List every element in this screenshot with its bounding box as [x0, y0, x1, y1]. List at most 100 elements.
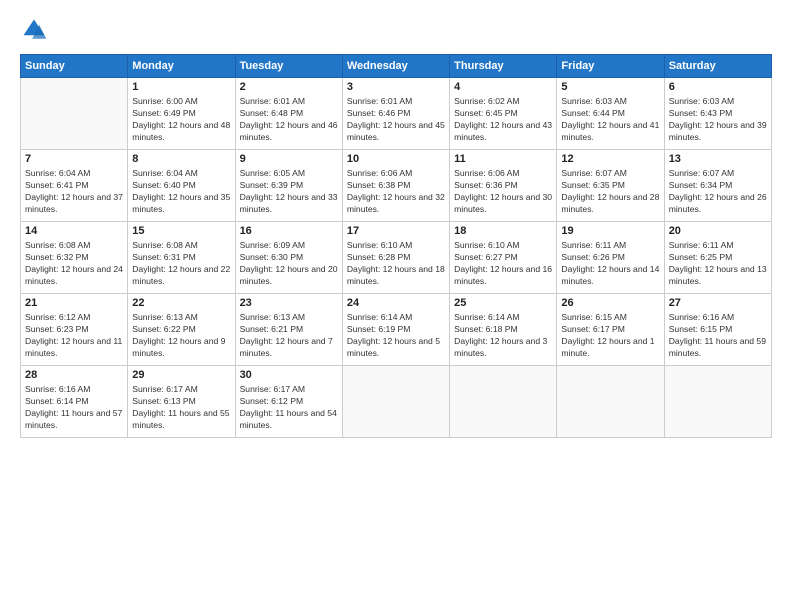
day-number: 12 [561, 153, 659, 165]
day-info: Sunrise: 6:06 AMSunset: 6:36 PMDaylight:… [454, 167, 552, 215]
day-number: 20 [669, 225, 767, 237]
page: SundayMondayTuesdayWednesdayThursdayFrid… [0, 0, 792, 612]
calendar-cell: 29 Sunrise: 6:17 AMSunset: 6:13 PMDayligh… [128, 366, 235, 438]
day-number: 4 [454, 81, 552, 93]
day-number: 2 [240, 81, 338, 93]
calendar-table: SundayMondayTuesdayWednesdayThursdayFrid… [20, 54, 772, 438]
day-info: Sunrise: 6:03 AMSunset: 6:44 PMDaylight:… [561, 95, 659, 143]
calendar-cell: 11 Sunrise: 6:06 AMSunset: 6:36 PMDayligh… [450, 150, 557, 222]
calendar-week-3: 14 Sunrise: 6:08 AMSunset: 6:32 PMDayligh… [21, 222, 772, 294]
day-info: Sunrise: 6:07 AMSunset: 6:35 PMDaylight:… [561, 167, 659, 215]
calendar-cell: 20 Sunrise: 6:11 AMSunset: 6:25 PMDayligh… [664, 222, 771, 294]
day-info: Sunrise: 6:16 AMSunset: 6:15 PMDaylight:… [669, 311, 767, 359]
calendar-cell: 22Sunrise: 6:13 AMSunset: 6:22 PMDayligh… [128, 294, 235, 366]
weekday-sunday: Sunday [21, 55, 128, 78]
day-info: Sunrise: 6:03 AMSunset: 6:43 PMDaylight:… [669, 95, 767, 143]
logo [20, 16, 52, 44]
day-info: Sunrise: 6:17 AMSunset: 6:13 PMDaylight:… [132, 383, 230, 431]
calendar-cell: 2 Sunrise: 6:01 AMSunset: 6:48 PMDaylight… [235, 78, 342, 150]
calendar-cell [342, 366, 449, 438]
calendar-cell: 9 Sunrise: 6:05 AMSunset: 6:39 PMDaylight… [235, 150, 342, 222]
day-info: Sunrise: 6:02 AMSunset: 6:45 PMDaylight:… [454, 95, 552, 143]
day-number: 21 [25, 297, 123, 309]
day-number: 30 [240, 369, 338, 381]
weekday-thursday: Thursday [450, 55, 557, 78]
day-number: 16 [240, 225, 338, 237]
calendar-cell: 26 Sunrise: 6:15 AMSunset: 6:17 PMDayligh… [557, 294, 664, 366]
day-number: 23 [240, 297, 338, 309]
day-info: Sunrise: 6:16 AMSunset: 6:14 PMDaylight:… [25, 383, 123, 431]
day-info: Sunrise: 6:08 AMSunset: 6:31 PMDaylight:… [132, 239, 230, 287]
day-info: Sunrise: 6:13 AMSunset: 6:22 PMDaylight:… [132, 311, 230, 359]
calendar-cell: 7 Sunrise: 6:04 AMSunset: 6:41 PMDaylight… [21, 150, 128, 222]
calendar-cell: 23Sunrise: 6:13 AMSunset: 6:21 PMDayligh… [235, 294, 342, 366]
day-info: Sunrise: 6:08 AMSunset: 6:32 PMDaylight:… [25, 239, 123, 287]
day-number: 18 [454, 225, 552, 237]
day-info: Sunrise: 6:05 AMSunset: 6:39 PMDaylight:… [240, 167, 338, 215]
calendar-cell: 28Sunrise: 6:16 AMSunset: 6:14 PMDayligh… [21, 366, 128, 438]
day-number: 15 [132, 225, 230, 237]
calendar-week-1: 1Sunrise: 6:00 AMSunset: 6:49 PMDaylight… [21, 78, 772, 150]
weekday-wednesday: Wednesday [342, 55, 449, 78]
weekday-tuesday: Tuesday [235, 55, 342, 78]
day-info: Sunrise: 6:04 AMSunset: 6:40 PMDaylight:… [132, 167, 230, 215]
calendar-cell: 16 Sunrise: 6:09 AMSunset: 6:30 PMDayligh… [235, 222, 342, 294]
day-number: 14 [25, 225, 123, 237]
day-info: Sunrise: 6:09 AMSunset: 6:30 PMDaylight:… [240, 239, 338, 287]
day-number: 26 [561, 297, 659, 309]
day-number: 24 [347, 297, 445, 309]
calendar-week-4: 21 Sunrise: 6:12 AMSunset: 6:23 PMDayligh… [21, 294, 772, 366]
calendar-cell: 25Sunrise: 6:14 AMSunset: 6:18 PMDayligh… [450, 294, 557, 366]
day-info: Sunrise: 6:01 AMSunset: 6:48 PMDaylight:… [240, 95, 338, 143]
day-info: Sunrise: 6:14 AMSunset: 6:19 PMDaylight:… [347, 311, 445, 359]
day-info: Sunrise: 6:07 AMSunset: 6:34 PMDaylight:… [669, 167, 767, 215]
calendar-cell: 19 Sunrise: 6:11 AMSunset: 6:26 PMDayligh… [557, 222, 664, 294]
day-number: 6 [669, 81, 767, 93]
day-info: Sunrise: 6:15 AMSunset: 6:17 PMDaylight:… [561, 311, 659, 359]
day-number: 13 [669, 153, 767, 165]
day-info: Sunrise: 6:01 AMSunset: 6:46 PMDaylight:… [347, 95, 445, 143]
calendar-cell: 10 Sunrise: 6:06 AMSunset: 6:38 PMDayligh… [342, 150, 449, 222]
calendar-cell: 8Sunrise: 6:04 AMSunset: 6:40 PMDaylight… [128, 150, 235, 222]
calendar-week-5: 28Sunrise: 6:16 AMSunset: 6:14 PMDayligh… [21, 366, 772, 438]
calendar-cell: 12 Sunrise: 6:07 AMSunset: 6:35 PMDayligh… [557, 150, 664, 222]
calendar-cell [450, 366, 557, 438]
day-info: Sunrise: 6:11 AMSunset: 6:26 PMDaylight:… [561, 239, 659, 287]
day-info: Sunrise: 6:06 AMSunset: 6:38 PMDaylight:… [347, 167, 445, 215]
day-number: 25 [454, 297, 552, 309]
weekday-monday: Monday [128, 55, 235, 78]
day-number: 3 [347, 81, 445, 93]
day-number: 29 [132, 369, 230, 381]
calendar-cell: 13 Sunrise: 6:07 AMSunset: 6:34 PMDayligh… [664, 150, 771, 222]
day-number: 19 [561, 225, 659, 237]
calendar-cell: 27Sunrise: 6:16 AMSunset: 6:15 PMDayligh… [664, 294, 771, 366]
day-info: Sunrise: 6:11 AMSunset: 6:25 PMDaylight:… [669, 239, 767, 287]
day-number: 17 [347, 225, 445, 237]
day-info: Sunrise: 6:10 AMSunset: 6:27 PMDaylight:… [454, 239, 552, 287]
day-info: Sunrise: 6:04 AMSunset: 6:41 PMDaylight:… [25, 167, 123, 215]
day-info: Sunrise: 6:17 AMSunset: 6:12 PMDaylight:… [240, 383, 338, 431]
weekday-header-row: SundayMondayTuesdayWednesdayThursdayFrid… [21, 55, 772, 78]
calendar-cell: 30 Sunrise: 6:17 AMSunset: 6:12 PMDayligh… [235, 366, 342, 438]
calendar-week-2: 7 Sunrise: 6:04 AMSunset: 6:41 PMDaylight… [21, 150, 772, 222]
calendar-cell: 5 Sunrise: 6:03 AMSunset: 6:44 PMDaylight… [557, 78, 664, 150]
calendar-cell: 24 Sunrise: 6:14 AMSunset: 6:19 PMDayligh… [342, 294, 449, 366]
day-number: 5 [561, 81, 659, 93]
calendar-body: 1Sunrise: 6:00 AMSunset: 6:49 PMDaylight… [21, 78, 772, 438]
calendar-cell: 18 Sunrise: 6:10 AMSunset: 6:27 PMDayligh… [450, 222, 557, 294]
calendar-cell [21, 78, 128, 150]
calendar-cell [557, 366, 664, 438]
weekday-friday: Friday [557, 55, 664, 78]
calendar-cell: 14 Sunrise: 6:08 AMSunset: 6:32 PMDayligh… [21, 222, 128, 294]
day-number: 9 [240, 153, 338, 165]
day-number: 11 [454, 153, 552, 165]
calendar-cell [664, 366, 771, 438]
calendar-cell: 3 Sunrise: 6:01 AMSunset: 6:46 PMDaylight… [342, 78, 449, 150]
calendar-cell: 21 Sunrise: 6:12 AMSunset: 6:23 PMDayligh… [21, 294, 128, 366]
day-info: Sunrise: 6:00 AMSunset: 6:49 PMDaylight:… [132, 95, 230, 143]
day-number: 10 [347, 153, 445, 165]
calendar-cell: 17Sunrise: 6:10 AMSunset: 6:28 PMDayligh… [342, 222, 449, 294]
day-number: 7 [25, 153, 123, 165]
day-info: Sunrise: 6:12 AMSunset: 6:23 PMDaylight:… [25, 311, 123, 359]
calendar-header: SundayMondayTuesdayWednesdayThursdayFrid… [21, 55, 772, 78]
